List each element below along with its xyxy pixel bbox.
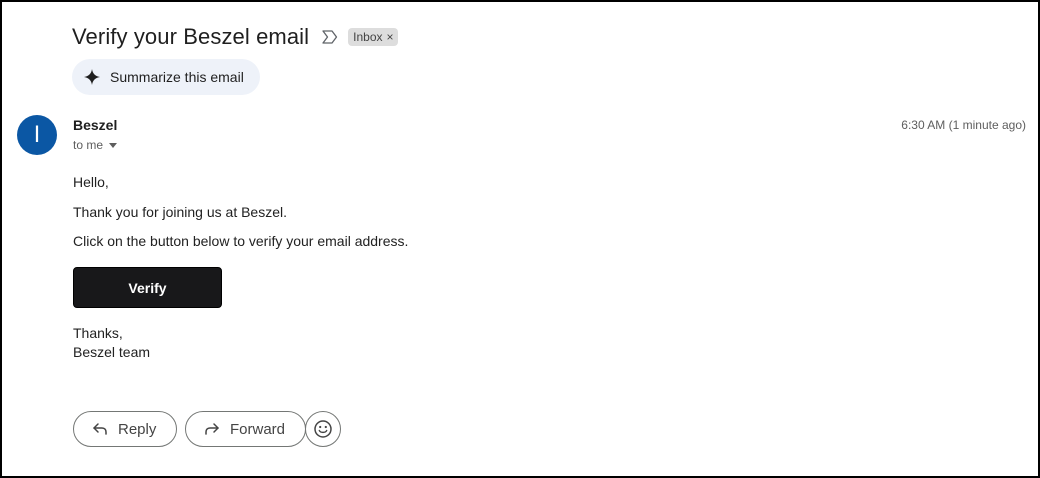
forward-arrow-icon bbox=[204, 422, 220, 436]
sender-name[interactable]: Beszel bbox=[73, 117, 117, 133]
avatar[interactable]: I bbox=[17, 115, 57, 155]
subject-row: Verify your Beszel email Inbox × bbox=[72, 22, 398, 52]
sparkle-icon bbox=[84, 69, 100, 85]
signoff-text: Thanks, bbox=[73, 325, 123, 341]
important-marker-icon[interactable] bbox=[322, 29, 338, 45]
inbox-label-chip[interactable]: Inbox × bbox=[348, 28, 398, 46]
reply-label: Reply bbox=[118, 420, 157, 438]
greeting-text: Hello, bbox=[73, 174, 109, 190]
email-timestamp: 6:30 AM (1 minute ago) bbox=[901, 118, 1026, 132]
recipient-details-toggle[interactable]: to me bbox=[73, 138, 118, 152]
email-view: Verify your Beszel email Inbox × Summari… bbox=[0, 0, 1040, 478]
reply-arrow-icon bbox=[92, 422, 108, 436]
emoji-reaction-button[interactable] bbox=[305, 411, 341, 447]
body-line-2: Click on the button below to verify your… bbox=[73, 233, 409, 249]
body-line-1: Thank you for joining us at Beszel. bbox=[73, 204, 288, 220]
summarize-label: Summarize this email bbox=[110, 69, 244, 85]
email-subject: Verify your Beszel email bbox=[72, 24, 310, 49]
summarize-email-button[interactable]: Summarize this email bbox=[72, 59, 260, 95]
verify-button[interactable]: Verify bbox=[73, 267, 222, 308]
inbox-label-text: Inbox bbox=[353, 30, 383, 44]
emoji-smile-icon bbox=[313, 419, 333, 439]
caret-down-icon bbox=[109, 142, 118, 148]
signature-text: Beszel team bbox=[73, 344, 151, 360]
recipient-label: to me bbox=[73, 138, 104, 152]
forward-button[interactable]: Forward bbox=[185, 411, 307, 447]
remove-label-icon[interactable]: × bbox=[387, 30, 394, 44]
forward-label: Forward bbox=[230, 420, 286, 438]
reply-button[interactable]: Reply bbox=[73, 411, 178, 447]
